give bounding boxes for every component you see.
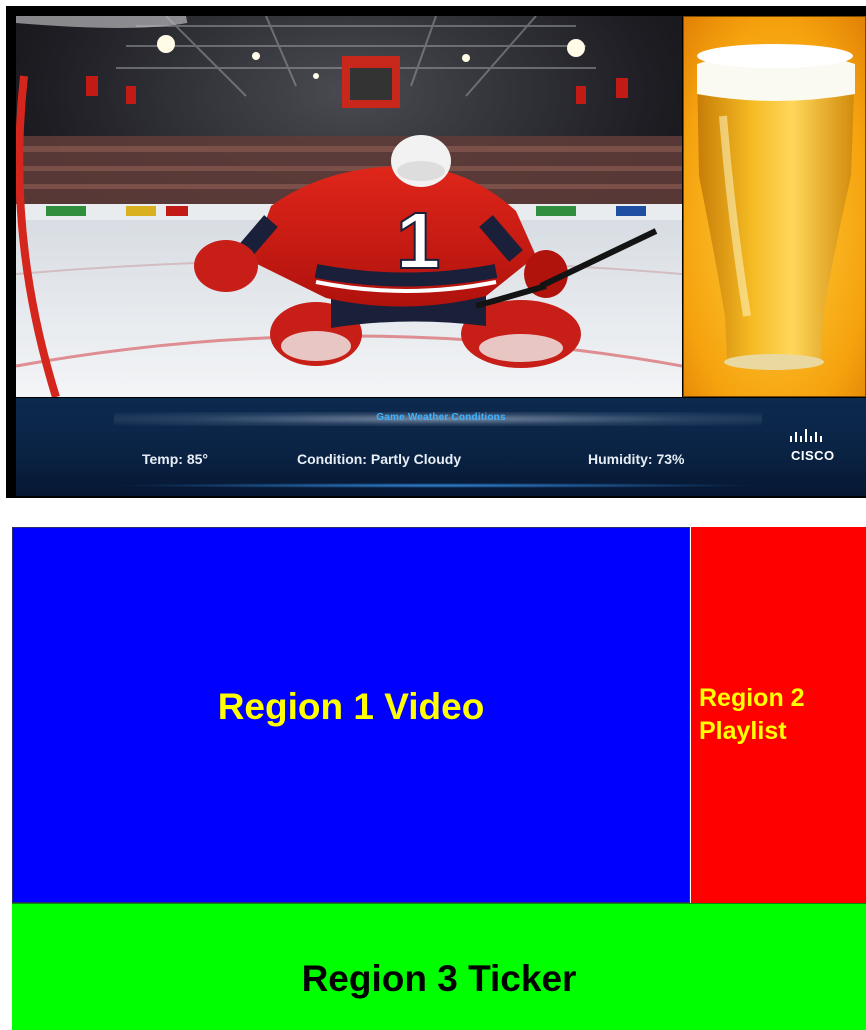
region-3-ticker: Region 3 Ticker (12, 903, 866, 1030)
signage-screen: 1 Game Weather Conditions Temp: 85° Cond… (6, 6, 866, 498)
video-region: 1 (16, 16, 682, 397)
region-1-video: Region 1 Video (12, 527, 690, 903)
ticker-item-humidity: Humidity: 73% (588, 451, 685, 467)
ticker-item-condition: Condition: Partly Cloudy (297, 451, 462, 467)
ticker-glow-line (112, 483, 762, 488)
region-2-label-line2: Playlist (699, 717, 787, 745)
hockey-goalie-image: 1 (16, 16, 682, 397)
ticker-title: Game Weather Conditions (376, 412, 506, 423)
ticker-bar: Game Weather Conditions Temp: 85° Condit… (16, 398, 866, 496)
region-1-label: Region 1 Video (217, 686, 485, 727)
cisco-logo-text: CISCO (791, 448, 835, 463)
region-layout-diagram: Region 1 Video Region 2 Playlist Region … (12, 527, 866, 1030)
beer-glass-image (683, 16, 866, 397)
region-2-label: Region 2 Playlist (699, 682, 805, 748)
playlist-region (683, 16, 866, 397)
region-2-label-line1: Region 2 (699, 684, 805, 712)
jersey-number: 1 (396, 196, 441, 285)
region-2-playlist: Region 2 Playlist (690, 527, 866, 903)
region-3-label: Region 3 Ticker (301, 958, 577, 999)
ticker-item-temp: Temp: 85° (142, 451, 209, 467)
cisco-logo-icon (790, 429, 822, 442)
